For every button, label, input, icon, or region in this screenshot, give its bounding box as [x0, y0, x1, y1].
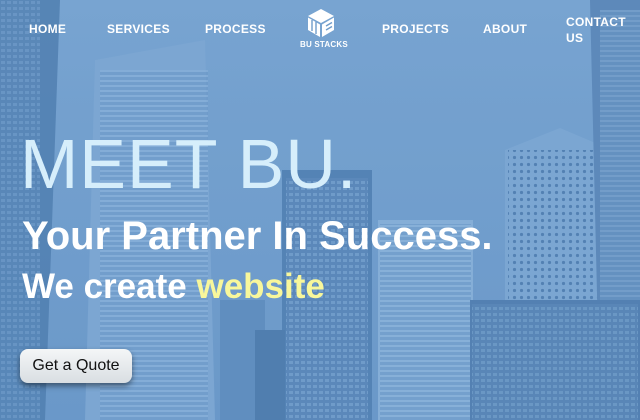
top-navigation: HOME SERVICES PROCESS BU STACKS PROJECTS… — [0, 0, 640, 60]
nav-link-contact-us[interactable]: CONTACT US — [566, 14, 626, 46]
nav-link-process[interactable]: PROCESS — [205, 22, 266, 36]
hero-headline: MEET BU. — [20, 125, 358, 203]
nav-link-services[interactable]: SERVICES — [107, 22, 170, 36]
hero-tagline: Your Partner In Success. — [22, 214, 493, 258]
subline-prefix: We create — [22, 267, 187, 306]
logo-text: BU STACKS — [300, 40, 348, 49]
brand-logo[interactable]: BU STACKS — [300, 8, 348, 49]
nav-link-projects[interactable]: PROJECTS — [382, 22, 449, 36]
nav-link-home[interactable]: HOME — [29, 22, 66, 36]
nav-link-about[interactable]: ABOUT — [483, 22, 527, 36]
get-a-quote-button[interactable]: Get a Quote — [20, 349, 132, 383]
hero-subline: We create website — [22, 265, 325, 309]
subline-highlight: website — [196, 267, 325, 306]
stacked-cube-icon — [308, 9, 334, 37]
